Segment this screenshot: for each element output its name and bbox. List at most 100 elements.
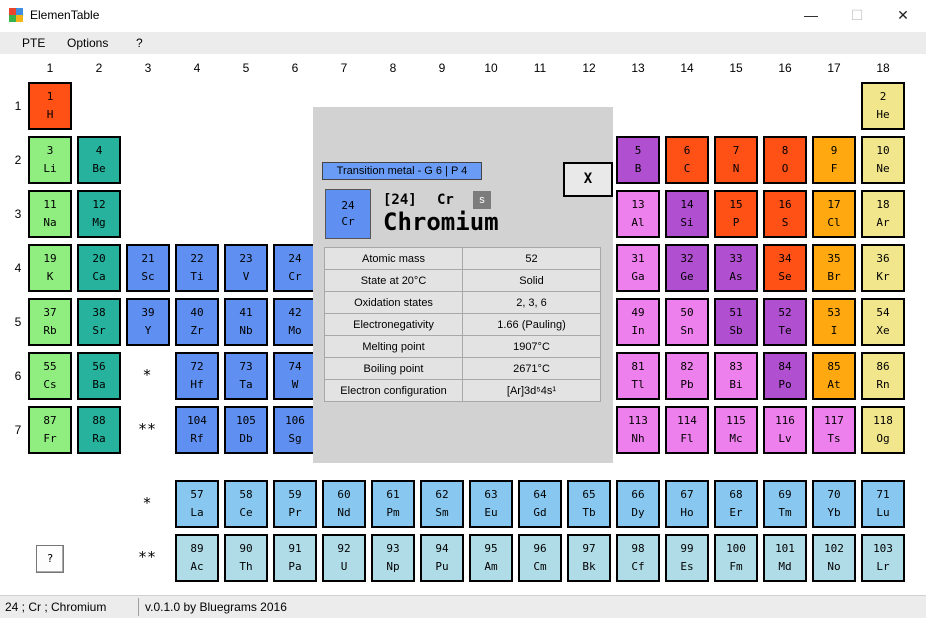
element-cell-dy[interactable]: 66 Dy: [616, 480, 660, 528]
element-cell-es[interactable]: 99 Es: [665, 534, 709, 582]
element-cell-cf[interactable]: 98 Cf: [616, 534, 660, 582]
element-cell-pr[interactable]: 59 Pr: [273, 480, 317, 528]
element-cell-no[interactable]: 102 No: [812, 534, 856, 582]
element-cell-sg[interactable]: 106 Sg: [273, 406, 317, 454]
element-cell-he[interactable]: 2 He: [861, 82, 905, 130]
element-cell-mo[interactable]: 42 Mo: [273, 298, 317, 346]
element-cell-al[interactable]: 13 Al: [616, 190, 660, 238]
element-cell-sm[interactable]: 62 Sm: [420, 480, 464, 528]
element-cell-f[interactable]: 9F: [812, 136, 856, 184]
element-cell-as[interactable]: 33 As: [714, 244, 758, 292]
element-cell-br[interactable]: 35 Br: [812, 244, 856, 292]
element-cell-o[interactable]: 8O: [763, 136, 807, 184]
element-cell-b[interactable]: 5B: [616, 136, 660, 184]
element-cell-ge[interactable]: 32 Ge: [665, 244, 709, 292]
element-cell-cm[interactable]: 96 Cm: [518, 534, 562, 582]
element-cell-ac[interactable]: 89 Ac: [175, 534, 219, 582]
element-cell-ce[interactable]: 58 Ce: [224, 480, 268, 528]
element-cell-se[interactable]: 34 Se: [763, 244, 807, 292]
maximize-icon[interactable]: ☐: [834, 0, 880, 32]
element-cell-i[interactable]: 53 I: [812, 298, 856, 346]
element-cell-md[interactable]: 101 Md: [763, 534, 807, 582]
menu-help[interactable]: ?: [136, 36, 143, 50]
element-cell-po[interactable]: 84 Po: [763, 352, 807, 400]
element-cell-pb[interactable]: 82 Pb: [665, 352, 709, 400]
element-cell-k[interactable]: 19 K: [28, 244, 72, 292]
element-cell-lu[interactable]: 71 Lu: [861, 480, 905, 528]
element-cell-cr[interactable]: 24 Cr: [273, 244, 317, 292]
element-cell-pm[interactable]: 61 Pm: [371, 480, 415, 528]
element-cell-la[interactable]: 57 La: [175, 480, 219, 528]
element-cell-er[interactable]: 68 Er: [714, 480, 758, 528]
element-cell-ra[interactable]: 88 Ra: [77, 406, 121, 454]
element-cell-c[interactable]: 6C: [665, 136, 709, 184]
element-cell-rf[interactable]: 104 Rf: [175, 406, 219, 454]
element-cell-v[interactable]: 23 V: [224, 244, 268, 292]
element-cell-be[interactable]: 4 Be: [77, 136, 121, 184]
element-cell-ba[interactable]: 56 Ba: [77, 352, 121, 400]
element-cell-na[interactable]: 11 Na: [28, 190, 72, 238]
element-cell-lv[interactable]: 116 Lv: [763, 406, 807, 454]
element-cell-og[interactable]: 118 Og: [861, 406, 905, 454]
element-cell-ga[interactable]: 31 Ga: [616, 244, 660, 292]
element-cell-xe[interactable]: 54 Xe: [861, 298, 905, 346]
element-cell-te[interactable]: 52 Te: [763, 298, 807, 346]
element-cell-ar[interactable]: 18 Ar: [861, 190, 905, 238]
element-cell-th[interactable]: 90 Th: [224, 534, 268, 582]
help-button[interactable]: ?: [36, 545, 64, 573]
element-cell-tl[interactable]: 81 Tl: [616, 352, 660, 400]
element-cell-ti[interactable]: 22 Ti: [175, 244, 219, 292]
element-cell-p[interactable]: 15 P: [714, 190, 758, 238]
element-cell-cl[interactable]: 17 Cl: [812, 190, 856, 238]
element-cell-n[interactable]: 7N: [714, 136, 758, 184]
element-cell-li[interactable]: 3 Li: [28, 136, 72, 184]
element-cell-pu[interactable]: 94 Pu: [420, 534, 464, 582]
element-cell-at[interactable]: 85 At: [812, 352, 856, 400]
element-cell-ts[interactable]: 117 Ts: [812, 406, 856, 454]
element-cell-kr[interactable]: 36 Kr: [861, 244, 905, 292]
element-cell-lr[interactable]: 103 Lr: [861, 534, 905, 582]
element-cell-gd[interactable]: 64 Gd: [518, 480, 562, 528]
element-cell-hf[interactable]: 72 Hf: [175, 352, 219, 400]
element-cell-zr[interactable]: 40 Zr: [175, 298, 219, 346]
element-cell-h[interactable]: 1H: [28, 82, 72, 130]
element-cell-s[interactable]: 16 S: [763, 190, 807, 238]
element-cell-u[interactable]: 92 U: [322, 534, 366, 582]
element-cell-fm[interactable]: 100 Fm: [714, 534, 758, 582]
element-cell-ca[interactable]: 20 Ca: [77, 244, 121, 292]
element-cell-np[interactable]: 93 Np: [371, 534, 415, 582]
element-cell-in[interactable]: 49 In: [616, 298, 660, 346]
element-cell-fl[interactable]: 114 Fl: [665, 406, 709, 454]
element-cell-pa[interactable]: 91 Pa: [273, 534, 317, 582]
minimize-icon[interactable]: —: [788, 0, 834, 32]
element-cell-w[interactable]: 74 W: [273, 352, 317, 400]
close-icon[interactable]: ✕: [880, 0, 926, 32]
element-cell-rb[interactable]: 37 Rb: [28, 298, 72, 346]
element-cell-nh[interactable]: 113 Nh: [616, 406, 660, 454]
element-cell-ho[interactable]: 67 Ho: [665, 480, 709, 528]
element-cell-bi[interactable]: 83 Bi: [714, 352, 758, 400]
element-cell-ne[interactable]: 10 Ne: [861, 136, 905, 184]
element-cell-nd[interactable]: 60 Nd: [322, 480, 366, 528]
element-cell-mc[interactable]: 115 Mc: [714, 406, 758, 454]
element-cell-nb[interactable]: 41 Nb: [224, 298, 268, 346]
element-cell-sr[interactable]: 38 Sr: [77, 298, 121, 346]
element-cell-bk[interactable]: 97 Bk: [567, 534, 611, 582]
menu-options[interactable]: Options: [67, 36, 108, 50]
element-cell-sc[interactable]: 21 Sc: [126, 244, 170, 292]
element-cell-ta[interactable]: 73 Ta: [224, 352, 268, 400]
element-cell-yb[interactable]: 70 Yb: [812, 480, 856, 528]
element-cell-mg[interactable]: 12 Mg: [77, 190, 121, 238]
element-cell-tm[interactable]: 69 Tm: [763, 480, 807, 528]
element-cell-sn[interactable]: 50 Sn: [665, 298, 709, 346]
menu-pte[interactable]: PTE: [22, 36, 45, 50]
element-cell-am[interactable]: 95 Am: [469, 534, 513, 582]
element-cell-cs[interactable]: 55 Cs: [28, 352, 72, 400]
element-cell-si[interactable]: 14 Si: [665, 190, 709, 238]
element-cell-y[interactable]: 39 Y: [126, 298, 170, 346]
element-cell-sb[interactable]: 51 Sb: [714, 298, 758, 346]
element-cell-eu[interactable]: 63 Eu: [469, 480, 513, 528]
element-cell-db[interactable]: 105 Db: [224, 406, 268, 454]
element-cell-rn[interactable]: 86 Rn: [861, 352, 905, 400]
element-cell-tb[interactable]: 65 Tb: [567, 480, 611, 528]
